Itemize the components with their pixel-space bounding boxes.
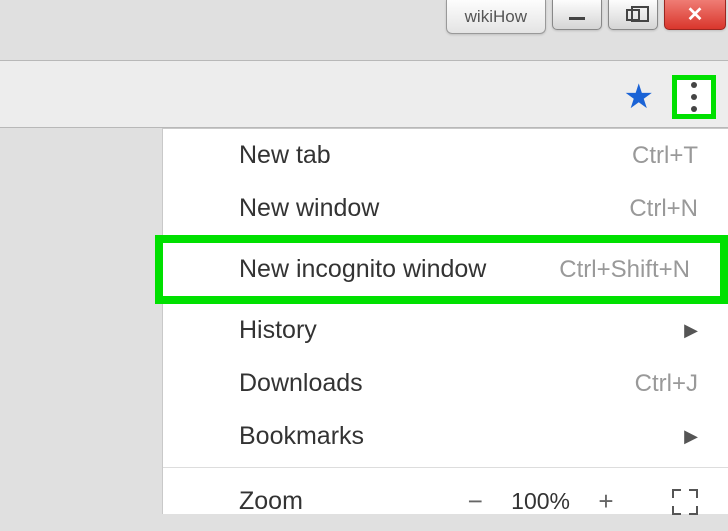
menu-shortcut: Ctrl+J — [635, 370, 698, 398]
minimize-icon — [569, 17, 585, 20]
zoom-out-button[interactable]: − — [465, 486, 485, 517]
menu-shortcut: Ctrl+Shift+N — [559, 256, 690, 284]
submenu-arrow-icon: ▶ — [684, 426, 698, 447]
menu-shortcut: Ctrl+T — [632, 142, 698, 170]
menu-item-new-window[interactable]: New window Ctrl+N — [163, 182, 728, 235]
menu-item-downloads[interactable]: Downloads Ctrl+J — [163, 357, 728, 410]
close-icon: ✕ — [687, 2, 704, 27]
bookmark-star-icon[interactable]: ★ — [624, 77, 654, 117]
highlight-incognito: New incognito window Ctrl+Shift+N — [155, 235, 728, 304]
browser-toolbar: ★ — [0, 60, 728, 128]
menu-separator — [163, 467, 728, 468]
browser-tab[interactable]: wikiHow — [446, 0, 546, 34]
close-button[interactable]: ✕ — [664, 0, 726, 30]
menu-label: Bookmarks — [239, 422, 684, 451]
menu-item-zoom: Zoom − 100% + — [163, 472, 728, 531]
chrome-main-menu: New tab Ctrl+T New window Ctrl+N New inc… — [162, 128, 728, 514]
menu-label: New window — [239, 194, 629, 223]
zoom-value: 100% — [511, 488, 570, 515]
zoom-controls: − 100% + — [465, 486, 616, 517]
menu-shortcut: Ctrl+N — [629, 195, 698, 223]
kebab-icon — [691, 82, 697, 112]
menu-item-new-tab[interactable]: New tab Ctrl+T — [163, 129, 728, 182]
menu-item-incognito[interactable]: New incognito window Ctrl+Shift+N — [163, 243, 720, 296]
menu-item-bookmarks[interactable]: Bookmarks ▶ — [163, 410, 728, 463]
chrome-menu-button[interactable] — [672, 75, 716, 119]
toolbar-right-cluster: ★ — [624, 75, 716, 119]
menu-label: Downloads — [239, 369, 635, 398]
menu-item-history[interactable]: History ▶ — [163, 304, 728, 357]
maximize-icon — [626, 9, 640, 21]
window-titlebar: wikiHow ✕ — [0, 0, 728, 40]
submenu-arrow-icon: ▶ — [684, 320, 698, 341]
zoom-label: Zoom — [239, 487, 439, 516]
maximize-button[interactable] — [608, 0, 658, 30]
menu-label: History — [239, 316, 684, 345]
menu-label: New tab — [239, 141, 632, 170]
minimize-button[interactable] — [552, 0, 602, 30]
menu-label: New incognito window — [239, 255, 559, 284]
tab-label: wikiHow — [465, 7, 527, 27]
fullscreen-icon[interactable] — [672, 489, 698, 515]
zoom-in-button[interactable]: + — [596, 486, 616, 517]
